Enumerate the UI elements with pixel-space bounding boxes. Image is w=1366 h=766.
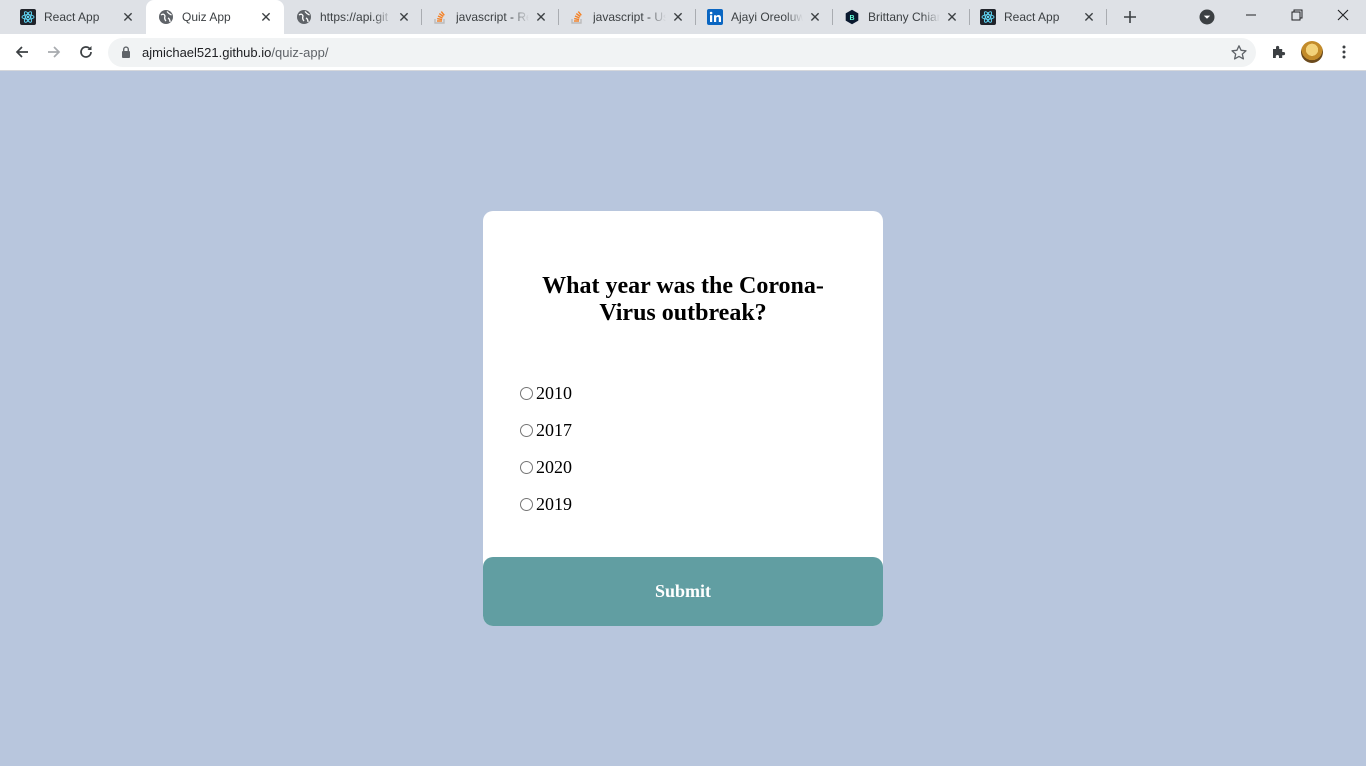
tab-separator bbox=[1106, 9, 1107, 25]
react-icon bbox=[20, 9, 36, 25]
tab-label: React App bbox=[1004, 10, 1060, 24]
back-button[interactable] bbox=[9, 39, 35, 65]
answer-label[interactable]: 2020 bbox=[536, 457, 572, 478]
answer-option[interactable]: 2020 bbox=[519, 449, 572, 486]
answer-label[interactable]: 2019 bbox=[536, 494, 572, 515]
tab-quiz-app[interactable]: Quiz App ✕ bbox=[146, 0, 284, 34]
quiz-card: What year was the Corona-Virus outbreak?… bbox=[483, 211, 883, 626]
browser-toolbar: ajmichael521.github.io/quiz-app/ bbox=[0, 34, 1366, 71]
close-tab-icon[interactable]: ✕ bbox=[396, 9, 412, 25]
tab-label: javascript - Re bbox=[456, 10, 529, 24]
submit-button[interactable]: Submit bbox=[483, 557, 883, 626]
linkedin-icon bbox=[707, 9, 723, 25]
close-tab-icon[interactable]: ✕ bbox=[120, 9, 136, 25]
tab-label: Ajayi Oreoluw bbox=[731, 10, 803, 24]
answer-radio[interactable] bbox=[520, 424, 533, 437]
answer-label[interactable]: 2010 bbox=[536, 383, 572, 404]
new-tab-button[interactable] bbox=[1118, 5, 1142, 29]
url-path: /quiz-app/ bbox=[271, 45, 329, 60]
close-window-button[interactable] bbox=[1320, 0, 1366, 30]
globe-icon bbox=[158, 9, 174, 25]
answer-radio[interactable] bbox=[520, 498, 533, 511]
reload-button[interactable] bbox=[73, 39, 99, 65]
answer-list: 2010 2017 2020 2019 bbox=[519, 375, 572, 523]
close-tab-icon[interactable]: ✕ bbox=[1081, 9, 1097, 25]
reload-icon bbox=[80, 46, 92, 58]
question-text: What year was the Corona-Virus outbreak? bbox=[542, 273, 824, 326]
url-text[interactable]: ajmichael521.github.io/quiz-app/ bbox=[142, 45, 328, 60]
tab-label: javascript - Us bbox=[593, 10, 666, 24]
restore-icon bbox=[1291, 9, 1303, 21]
browser-tabstrip: React App ✕ Quiz App ✕ https://api.git ✕… bbox=[0, 0, 1366, 34]
globe-icon bbox=[296, 9, 312, 25]
tab-label: Quiz App bbox=[182, 10, 231, 24]
more-vert-icon bbox=[1342, 45, 1346, 59]
tab-label: https://api.git bbox=[320, 10, 389, 24]
close-tab-icon[interactable]: ✕ bbox=[258, 9, 274, 25]
close-tab-icon[interactable]: ✕ bbox=[807, 9, 823, 25]
tab-react-app[interactable]: React App ✕ bbox=[0, 0, 146, 34]
lock-icon[interactable] bbox=[119, 45, 133, 59]
plus-icon bbox=[1124, 11, 1136, 23]
url-domain: ajmichael521.github.io bbox=[142, 45, 272, 60]
restore-button[interactable] bbox=[1274, 0, 1320, 30]
extensions-button[interactable] bbox=[1266, 39, 1292, 65]
close-icon bbox=[1337, 9, 1349, 21]
tab-brittany-chiang[interactable]: B Brittany Chian ✕ bbox=[833, 0, 970, 34]
tab-label: Brittany Chian bbox=[868, 10, 940, 24]
tab-stackoverflow-2[interactable]: javascript - Us ✕ bbox=[559, 0, 696, 34]
react-icon bbox=[980, 9, 996, 25]
answer-radio[interactable] bbox=[520, 387, 533, 400]
answer-radio[interactable] bbox=[520, 461, 533, 474]
answer-option[interactable]: 2019 bbox=[519, 486, 572, 523]
tab-search-button[interactable] bbox=[1197, 7, 1217, 27]
puzzle-icon bbox=[1273, 45, 1286, 58]
tab-label: React App bbox=[44, 10, 100, 24]
svg-text:B: B bbox=[849, 15, 854, 22]
answer-option[interactable]: 2017 bbox=[519, 412, 572, 449]
chrome-menu-button[interactable] bbox=[1331, 39, 1357, 65]
forward-button[interactable] bbox=[41, 39, 67, 65]
minimize-button[interactable] bbox=[1228, 0, 1274, 30]
tab-api-github[interactable]: https://api.git ✕ bbox=[284, 0, 422, 34]
answer-label[interactable]: 2017 bbox=[536, 420, 572, 441]
tab-stackoverflow-1[interactable]: javascript - Re ✕ bbox=[422, 0, 559, 34]
page-viewport: What year was the Corona-Virus outbreak?… bbox=[0, 71, 1366, 766]
tab-react-app-2[interactable]: React App ✕ bbox=[970, 0, 1107, 34]
stackoverflow-icon bbox=[432, 9, 448, 25]
profile-avatar[interactable] bbox=[1301, 41, 1323, 63]
address-bar[interactable]: ajmichael521.github.io/quiz-app/ bbox=[108, 38, 1256, 67]
bookmark-star-icon[interactable] bbox=[1230, 44, 1248, 62]
tab-linkedin[interactable]: Ajayi Oreoluw ✕ bbox=[696, 0, 833, 34]
arrow-left-icon bbox=[15, 46, 28, 58]
close-tab-icon[interactable]: ✕ bbox=[533, 9, 549, 25]
close-tab-icon[interactable]: ✕ bbox=[944, 9, 960, 25]
minimize-icon bbox=[1246, 14, 1256, 16]
close-tab-icon[interactable]: ✕ bbox=[670, 9, 686, 25]
answer-option[interactable]: 2010 bbox=[519, 375, 572, 412]
b-logo-icon: B bbox=[844, 9, 860, 25]
stackoverflow-icon bbox=[569, 9, 585, 25]
chevron-down-circle-icon bbox=[1199, 9, 1215, 25]
arrow-right-icon bbox=[48, 46, 61, 58]
